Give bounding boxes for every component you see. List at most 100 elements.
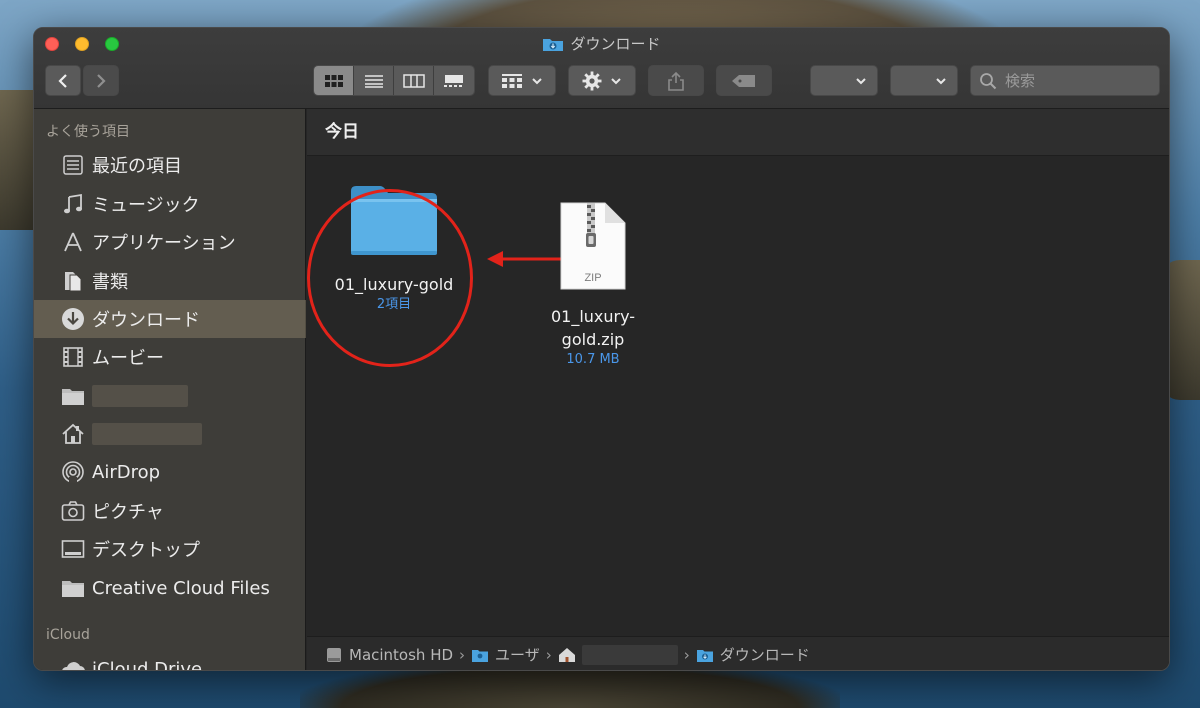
search-icon [980,72,997,89]
sidebar-item-home[interactable] [34,415,306,453]
movies-icon [60,344,86,370]
columns-icon [402,73,425,88]
gallery-icon [444,74,463,87]
action-menu-button[interactable] [568,65,636,96]
grid-icon [324,74,343,87]
annotation-circle [307,189,473,367]
finder-window: ダウンロード 検索 よく使う項目 最近の項目 ミュージック アプリケーション 書… [33,27,1170,671]
forward-button[interactable] [83,65,119,96]
group-by-button[interactable] [488,65,556,96]
window-title: ダウンロード [34,34,1169,54]
back-button[interactable] [45,65,81,96]
list-icon [364,74,383,88]
sidebar-item-label: ミュージック [92,195,200,216]
tag-button[interactable] [716,65,772,96]
path-item-label: ダウンロード [719,646,810,664]
sidebar-item-label: iCloud Drive [92,658,203,671]
view-gallery-button[interactable] [434,66,474,95]
sidebar-item-applications[interactable]: アプリケーション [34,223,306,261]
music-icon [60,191,86,217]
view-list-button[interactable] [354,66,394,95]
sidebar: よく使う項目 最近の項目 ミュージック アプリケーション 書類 ダウンロード ム… [34,109,306,671]
path-item-disk[interactable]: Macintosh HD [325,646,453,664]
titlebar: ダウンロード 検索 [34,28,1169,109]
sidebar-item-label: デスクトップ [92,540,200,561]
documents-icon [60,268,86,294]
pictures-icon [60,498,86,524]
sidebar-item-movies[interactable]: ムービー [34,338,306,376]
downloads-icon [60,306,86,332]
sidebar-item-redacted-folder[interactable] [34,377,306,415]
downloads-folder-icon [543,39,564,51]
sidebar-item-desktop[interactable]: デスクトップ [34,530,306,568]
sidebar-item-label: ダウンロード [92,310,200,331]
sidebar-item-recents[interactable]: 最近の項目 [34,146,306,184]
group-header-today: 今日 [307,109,1169,156]
redacted-label [581,644,678,665]
sidebar-item-label: AirDrop [92,461,161,483]
cloud-icon [60,656,86,670]
sidebar-section-favorites: よく使う項目 [46,124,130,140]
sidebar-item-downloads[interactable]: ダウンロード [34,300,306,338]
sidebar-item-airdrop[interactable]: AirDrop [34,453,306,491]
applications-icon [60,229,86,255]
sidebar-item-pictures[interactable]: ピクチャ [34,492,306,530]
home-icon [60,421,86,447]
path-item-home[interactable] [558,644,678,665]
path-separator: › [683,645,690,664]
sidebar-item-label: ムービー [92,348,164,369]
window-title-text: ダウンロード [570,35,661,53]
path-item-label: Macintosh HD [349,645,454,664]
group-grid-icon [502,73,522,88]
sidebar-item-icloud-drive[interactable]: iCloud Drive [34,650,306,671]
sidebar-section-icloud: iCloud [46,627,90,643]
chevron-down-icon [611,77,621,84]
airdrop-icon [60,459,86,485]
path-bar: Macintosh HD › ユーザ › › ダウンロード [307,636,1169,670]
home-icon [558,647,575,662]
view-icons-button[interactable] [314,66,354,95]
path-separator: › [459,645,466,664]
chevron-down-icon [856,77,866,84]
file-browser: 今日 01_luxury-gold 2項目 ZIP 01_luxury- gol… [307,109,1169,670]
tag-icon [732,74,755,87]
sidebar-item-label: Creative Cloud Files [92,577,270,599]
sidebar-item-music[interactable]: ミュージック [34,185,306,223]
sidebar-item-creative-cloud[interactable]: Creative Cloud Files [34,569,306,607]
share-button[interactable] [648,65,704,96]
redacted-label [92,423,202,445]
downloads-folder-icon [696,649,713,662]
view-columns-button[interactable] [394,66,434,95]
chevron-down-icon [936,77,946,84]
chevron-left-icon [58,73,67,88]
users-folder-icon [472,649,489,662]
sidebar-item-label: アプリケーション [92,233,236,254]
desktop-icon [60,536,86,562]
share-icon [668,71,684,91]
file-name-line1: 01_luxury- [550,307,636,326]
path-item-label: ユーザ [495,646,540,664]
zip-file-icon: ZIP [560,202,626,290]
toolbar-dropdown-2[interactable] [890,65,958,96]
search-placeholder: 検索 [1005,72,1036,90]
file-meta: 10.7 MB [566,352,620,367]
sidebar-item-label: 書類 [92,272,128,293]
chevron-down-icon [532,77,542,84]
file-item-zip[interactable]: ZIP 01_luxury- gold.zip 10.7 MB [513,201,673,369]
redacted-label [92,385,188,407]
gear-icon [582,71,602,90]
sidebar-item-label: ピクチャ [92,502,164,523]
zip-badge: ZIP [584,272,601,284]
path-item-users[interactable]: ユーザ [471,644,540,665]
file-name-line2: gold.zip [561,330,625,349]
hard-drive-icon [327,647,341,662]
view-mode-control [313,65,475,96]
recents-icon [60,152,86,178]
toolbar-dropdown-1[interactable] [810,65,878,96]
path-item-downloads[interactable]: ダウンロード [696,644,810,665]
sidebar-item-documents[interactable]: 書類 [34,262,306,300]
chevron-right-icon [97,73,106,88]
folder-icon [60,383,86,409]
search-field[interactable]: 検索 [970,65,1160,96]
path-separator: › [545,645,552,664]
